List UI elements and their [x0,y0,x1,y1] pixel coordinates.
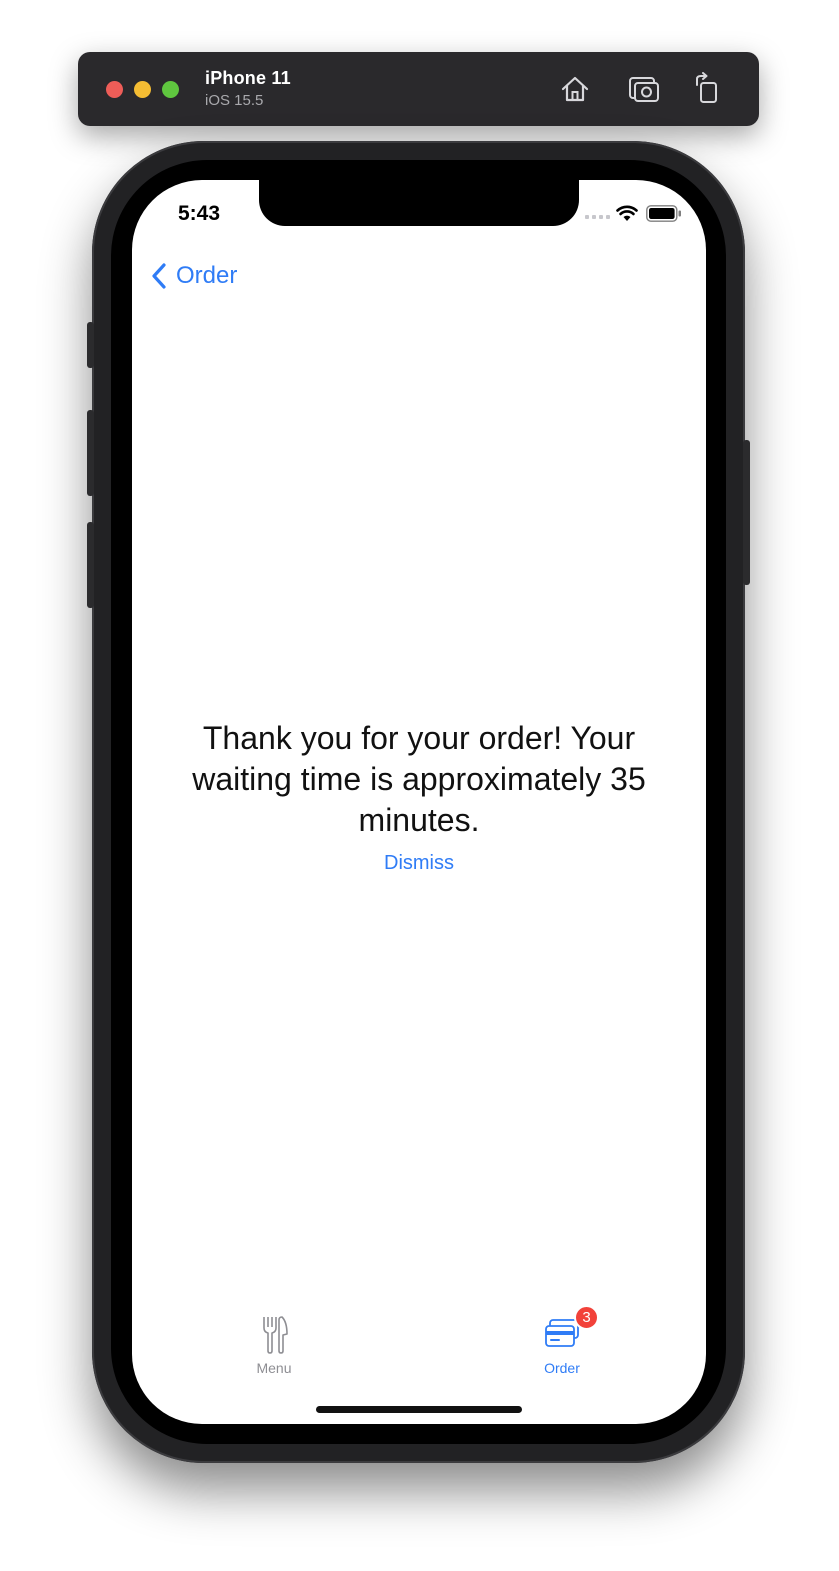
fork-knife-icon [256,1314,292,1354]
tab-order[interactable]: 3 Order [502,1305,622,1376]
notch [259,180,579,226]
zoom-window-button[interactable] [162,81,179,98]
rotate-icon [696,72,717,103]
screenshot-button[interactable] [627,72,661,106]
back-button[interactable]: Order [150,262,237,290]
screenshot-icon [629,77,659,102]
home-icon [561,76,589,102]
app-screen: 5:43 Order Thank you for your order! You… [132,180,706,1424]
ring-silent-switch [87,322,94,368]
simulator-title-bar: iPhone 11 iOS 15.5 [78,52,759,126]
minimize-window-button[interactable] [134,81,151,98]
tab-menu[interactable]: Menu [214,1314,334,1376]
dismiss-button[interactable]: Dismiss [132,852,706,875]
side-power-button [743,440,750,585]
rotate-button[interactable] [691,72,725,106]
volume-down-button [87,522,94,608]
cellular-signal-icon [585,215,610,219]
device-name: iPhone 11 [205,68,291,88]
os-version: iOS 15.5 [205,92,264,109]
tab-order-label: Order [544,1360,580,1376]
status-time: 5:43 [178,202,221,225]
close-window-button[interactable] [106,81,123,98]
credit-card-icon: 3 [544,1305,599,1354]
back-button-label: Order [176,262,238,289]
home-button[interactable] [558,72,592,106]
wifi-icon [616,205,638,221]
order-count-badge: 3 [574,1305,599,1330]
home-indicator[interactable] [316,1406,522,1413]
order-confirmation-message: Thank you for your order! Your waiting t… [192,720,646,838]
tab-menu-label: Menu [256,1360,292,1376]
chevron-left-icon [152,263,166,289]
battery-icon [646,205,681,222]
volume-up-button [87,410,94,496]
